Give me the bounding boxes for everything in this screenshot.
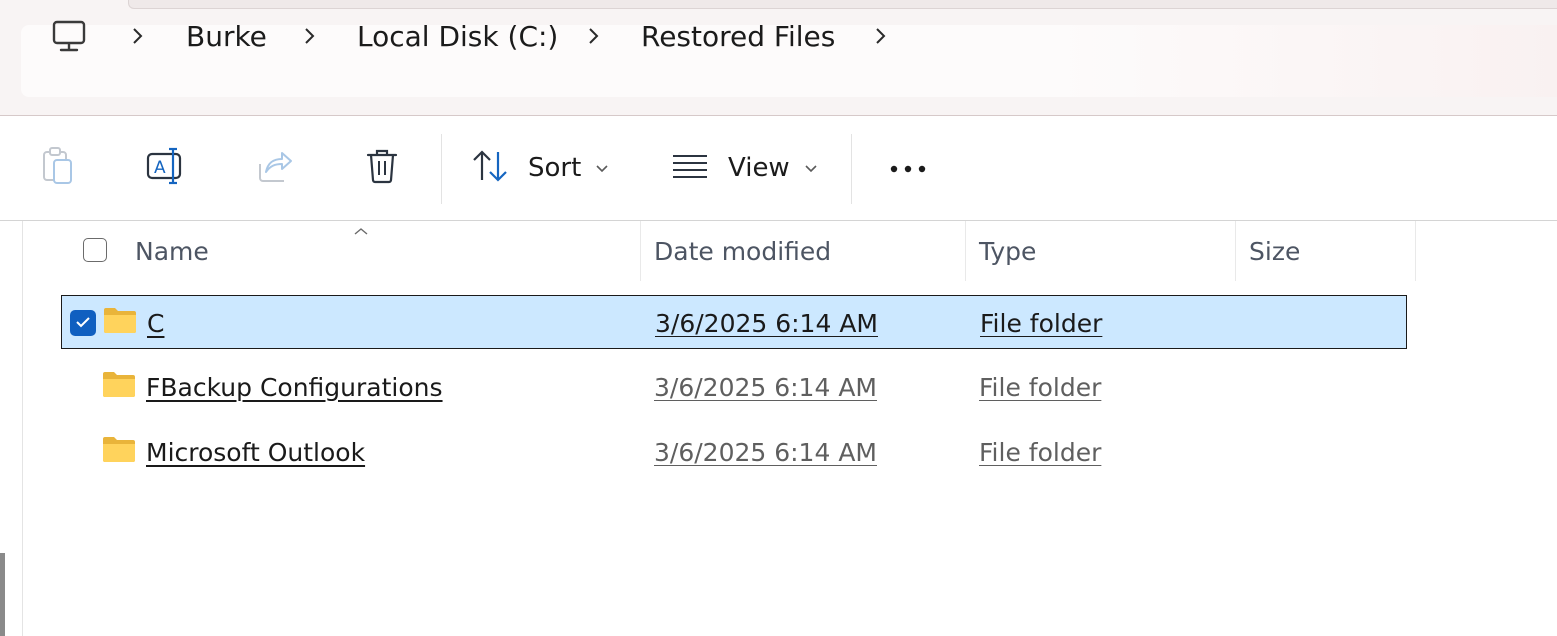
column-header-name[interactable]: Name — [135, 221, 640, 281]
file-name[interactable]: C — [147, 296, 164, 350]
navigation-pane-scrollbar[interactable] — [0, 553, 5, 636]
folder-icon — [103, 306, 137, 338]
copy-button[interactable] — [30, 116, 86, 220]
select-all-checkbox[interactable] — [83, 238, 107, 262]
column-header-size[interactable]: Size — [1249, 221, 1414, 281]
rename-icon: A — [145, 146, 187, 190]
sort-label: Sort — [528, 153, 582, 183]
clipboard-icon — [40, 146, 76, 190]
breadcrumb-item-restored-files[interactable]: Restored Files — [641, 0, 835, 72]
breadcrumb-item-burke[interactable]: Burke — [186, 0, 267, 72]
view-label: View — [728, 153, 790, 183]
row-checkbox-checked[interactable] — [70, 310, 96, 336]
tab-strip-edge — [128, 0, 1557, 9]
chevron-down-icon — [804, 159, 818, 178]
column-resize-handle[interactable] — [1235, 221, 1236, 281]
share-button[interactable] — [246, 116, 302, 220]
folder-icon — [102, 435, 136, 467]
view-button[interactable]: View — [670, 116, 830, 220]
column-resize-handle[interactable] — [1415, 221, 1416, 281]
file-type: File folder — [979, 437, 1102, 467]
computer-icon[interactable] — [51, 0, 87, 72]
navigation-pane-border — [22, 221, 23, 636]
chevron-right-icon[interactable] — [586, 0, 602, 72]
more-options-button[interactable] — [880, 116, 936, 220]
file-row-microsoft-outlook[interactable]: Microsoft Outlook 3/6/2025 6:14 AM File … — [61, 425, 1407, 479]
trash-icon — [364, 146, 400, 190]
column-resize-handle[interactable] — [640, 221, 641, 281]
file-row-fbackup-configurations[interactable]: FBackup Configurations 3/6/2025 6:14 AM … — [61, 360, 1407, 414]
sort-button[interactable]: Sort — [470, 116, 620, 220]
chevron-down-icon — [595, 159, 609, 178]
file-date-modified: 3/6/2025 6:14 AM — [654, 437, 877, 467]
folder-icon — [102, 370, 136, 402]
file-name[interactable]: Microsoft Outlook — [146, 425, 365, 479]
breadcrumb-item-local-disk[interactable]: Local Disk (C:) — [357, 0, 558, 72]
column-header-type[interactable]: Type — [979, 221, 1234, 281]
file-type: File folder — [980, 308, 1103, 338]
address-bar-fade — [1057, 25, 1557, 97]
file-date-modified: 3/6/2025 6:14 AM — [654, 372, 877, 402]
sort-arrows-icon — [470, 148, 510, 188]
file-name[interactable]: FBackup Configurations — [146, 360, 443, 414]
chevron-right-icon[interactable] — [130, 0, 146, 72]
chevron-right-icon[interactable] — [302, 0, 318, 72]
file-row-c[interactable]: C 3/6/2025 6:14 AM File folder — [61, 295, 1407, 349]
chevron-right-icon[interactable] — [873, 0, 889, 72]
column-resize-handle[interactable] — [965, 221, 966, 281]
toolbar-separator — [851, 134, 852, 204]
column-header-date-modified[interactable]: Date modified — [654, 221, 964, 281]
command-bar: A Sort View — [0, 116, 1557, 220]
share-icon — [254, 146, 294, 190]
file-date-modified: 3/6/2025 6:14 AM — [655, 308, 878, 338]
svg-text:A: A — [154, 158, 166, 178]
rename-button[interactable]: A — [138, 116, 194, 220]
file-type: File folder — [979, 372, 1102, 402]
view-lines-icon — [670, 151, 710, 185]
checkmark-icon — [75, 314, 91, 333]
delete-button[interactable] — [354, 116, 410, 220]
toolbar-separator — [441, 134, 442, 204]
more-dots-icon — [888, 159, 928, 178]
